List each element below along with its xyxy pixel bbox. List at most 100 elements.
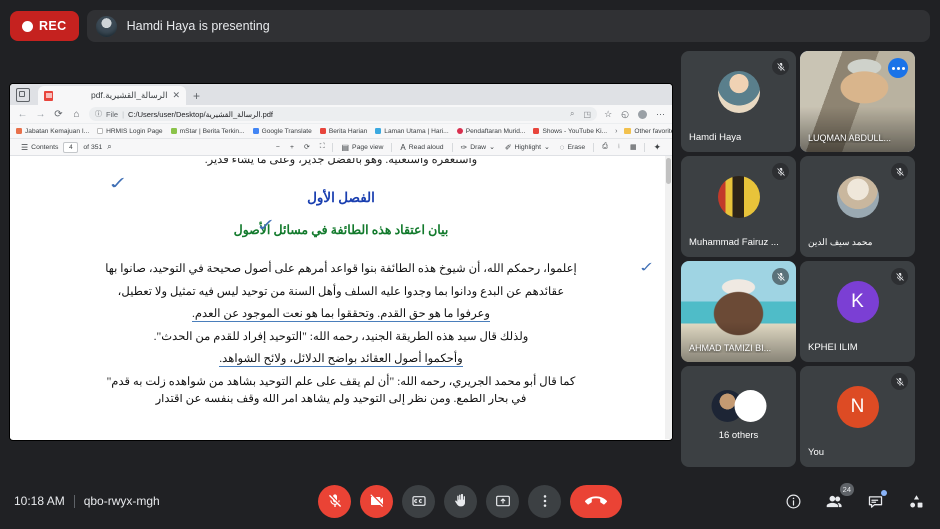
toolbar-divider xyxy=(391,142,393,152)
browser-tab-strip: الرسالة_القشيرية.pdf ✕ + xyxy=(10,84,672,105)
presenting-banner[interactable]: Hamdi Haya is presenting xyxy=(86,10,930,42)
bookmark-item[interactable]: Laman Utama | Hari... xyxy=(375,128,449,135)
chevron-down-icon[interactable]: ⌄ xyxy=(489,143,495,151)
pdf-favicon xyxy=(44,90,53,101)
home-icon[interactable]: ⌂ xyxy=(71,109,82,120)
highlight-button[interactable]: ✐ Highlight ⌄ xyxy=(500,143,555,152)
bookmark-label: HRMIS Login Page xyxy=(106,127,163,135)
tab-search-icon[interactable] xyxy=(16,88,30,102)
erase-button[interactable]: ◌ Erase xyxy=(555,143,591,152)
participant-name: KPHEI ILIM xyxy=(808,342,858,353)
bookmark-label: Pendaftaran Murid... xyxy=(465,127,526,135)
notes-icon[interactable]: ▦ xyxy=(625,143,641,151)
pdf-scrollbar-track[interactable] xyxy=(665,156,672,439)
zoom-out-button[interactable]: − xyxy=(271,144,285,151)
close-tab-icon[interactable]: ✕ xyxy=(172,90,180,101)
pdf-page-canvas[interactable]: واستعفره واستغنيه. وهو بالفضل جدير، وعلى… xyxy=(10,156,672,439)
bookmark-label: Google Translate xyxy=(261,127,312,135)
pdf-paragraph: ✓ إعلموا، رحمكم الله، أن شيوخ هذه الطائف… xyxy=(50,258,656,394)
leave-call-button[interactable] xyxy=(570,484,622,518)
ink-check-mark: ✓ xyxy=(254,216,279,236)
site-info-icon[interactable]: ⓘ xyxy=(95,109,102,119)
omnibox-separator: | xyxy=(122,109,125,119)
others-avatar-stack xyxy=(711,390,766,422)
bookmark-label: Shows - YouTube Ki... xyxy=(542,127,608,135)
profile-avatar-icon[interactable] xyxy=(638,109,647,119)
participant-tile-luqman-abdullah[interactable]: LUQMAN ABDULL... xyxy=(800,51,915,152)
participant-tile-muhammad-saifuddin[interactable]: محمد سيف الدين xyxy=(800,156,915,257)
microphone-off-button[interactable] xyxy=(318,484,351,518)
pdf-chapter-subtitle: بيان اعتقاد هذه الطائفة في مسائل الأصول xyxy=(233,223,449,237)
highlighter-icon: ✐ xyxy=(504,142,512,152)
back-icon[interactable]: ← xyxy=(17,109,28,120)
recording-badge[interactable]: REC xyxy=(10,11,79,41)
browser-settings-icon[interactable]: ⋯ xyxy=(656,109,665,120)
tile-more-options-button[interactable] xyxy=(888,58,908,78)
browser-tab[interactable]: الرسالة_القشيرية.pdf ✕ xyxy=(38,86,186,105)
print-icon[interactable]: ⎙ xyxy=(597,143,612,151)
highlight-label: Highlight xyxy=(514,143,541,151)
address-bar[interactable]: ⓘ File | C:/Users/user/Desktop/الرسالة_ا… xyxy=(89,107,598,121)
read-aloud-icon: A xyxy=(400,142,406,152)
participant-tile-kphei-ilim[interactable]: K KPHEI ILIM xyxy=(800,261,915,362)
other-favorites-label: Other favorites xyxy=(634,127,672,135)
chat-icon[interactable] xyxy=(865,490,887,511)
zoom-in-button[interactable]: + xyxy=(285,144,299,151)
new-tab-icon[interactable]: + xyxy=(193,89,200,103)
raise-hand-button[interactable] xyxy=(444,484,477,518)
favorites-icon[interactable]: ☆ xyxy=(604,109,612,120)
pdf-cut-line-bottom: في بحار الطمع. ومن نظر إلى التوحيد ولم ي… xyxy=(155,393,527,405)
rotate-icon[interactable]: ⟳ xyxy=(299,143,315,151)
page-view-icon: ▤ xyxy=(341,142,350,152)
other-favorites-folder[interactable]: Other favorites xyxy=(624,128,672,135)
participant-tile-muhammad-fairuz[interactable]: Muhammad Fairuz ... xyxy=(681,156,796,257)
avatar xyxy=(734,390,766,422)
meeting-details-icon[interactable] xyxy=(783,491,803,511)
browser-essentials-icon[interactable]: ◵ xyxy=(621,109,629,120)
camera-off-button[interactable] xyxy=(360,484,393,518)
forward-icon[interactable]: → xyxy=(35,109,46,120)
current-time: 10:18 AM xyxy=(14,494,65,508)
reload-icon[interactable]: ⟳ xyxy=(53,109,64,120)
collections-icon[interactable]: ◳ xyxy=(584,110,592,119)
present-now-button[interactable] xyxy=(486,484,519,518)
bookmark-item[interactable]: Shows - YouTube Ki... xyxy=(533,128,607,135)
page-view-button[interactable]: ▤ Page view xyxy=(336,143,388,152)
pen-icon: ✑ xyxy=(460,142,468,152)
pdf-line-underlined: وأحكموا أصول العقائد بواضح الدلائل، ولائ… xyxy=(219,352,463,368)
pdf-page-input[interactable]: 4 xyxy=(63,141,79,153)
participant-tile-hamdi-haya[interactable]: Hamdi Haya xyxy=(681,51,796,152)
bookmark-item[interactable]: Berita Harian xyxy=(319,128,367,135)
record-dot-icon xyxy=(22,20,33,32)
bookmark-item[interactable]: Google Translate xyxy=(252,127,312,135)
participant-tile-ahmad-tamizi[interactable]: AHMAD TAMIZI BI... xyxy=(681,261,796,362)
pdf-text-body: واستعفره واستغنيه. وهو بالفضل جدير، وعلى… xyxy=(10,156,672,410)
pdf-line: إعلموا، رحمكم الله، أن شيوخ هذه الطائفة … xyxy=(105,262,577,275)
pin-icon[interactable]: ✦ xyxy=(648,142,666,153)
participant-tile-you[interactable]: N You xyxy=(800,366,915,467)
pdf-contents-button[interactable]: ☰ Contents xyxy=(16,143,63,152)
fit-page-icon[interactable]: ⛶ xyxy=(315,143,330,151)
pdf-scrollbar-thumb[interactable] xyxy=(666,158,671,184)
shared-screen-stage[interactable]: الرسالة_القشيرية.pdf ✕ + ← → ⟳ ⌂ ⓘ File … xyxy=(10,84,672,440)
pdf-line: عقائدهم عن البدع ودانوا بما وجدوا عليه ا… xyxy=(117,284,565,298)
bookmark-item[interactable]: HRMIS Login Page xyxy=(97,127,163,135)
save-icon[interactable]: ⭳ xyxy=(613,142,625,153)
participants-icon[interactable]: 24 xyxy=(824,483,854,511)
bookmark-item[interactable]: mStar | Berita Terkin... xyxy=(170,128,245,135)
bookmark-item[interactable]: Pendaftaran Murid... xyxy=(456,127,526,135)
scheme-label: File xyxy=(106,109,119,119)
activities-icon[interactable] xyxy=(906,491,926,511)
bookmarks-bar: Jabatan Kemajuan I... HRMIS Login Page m… xyxy=(10,124,672,139)
draw-button[interactable]: ✑ Draw ⌄ xyxy=(456,143,500,152)
pdf-search-icon[interactable]: ⌕ xyxy=(107,142,111,152)
read-aloud-button[interactable]: A Read aloud xyxy=(395,143,448,152)
participants-count-badge: 24 xyxy=(839,483,854,496)
chevron-down-icon[interactable]: ⌄ xyxy=(544,143,550,151)
bookmark-item[interactable]: Jabatan Kemajuan I... xyxy=(16,128,89,135)
captions-button[interactable] xyxy=(402,484,435,518)
more-options-button[interactable] xyxy=(528,484,561,518)
participant-tile-others[interactable]: 16 others xyxy=(681,366,796,467)
zoom-icon[interactable]: ⌕ xyxy=(570,109,574,119)
bookmarks-overflow-icon[interactable]: › xyxy=(615,128,617,135)
